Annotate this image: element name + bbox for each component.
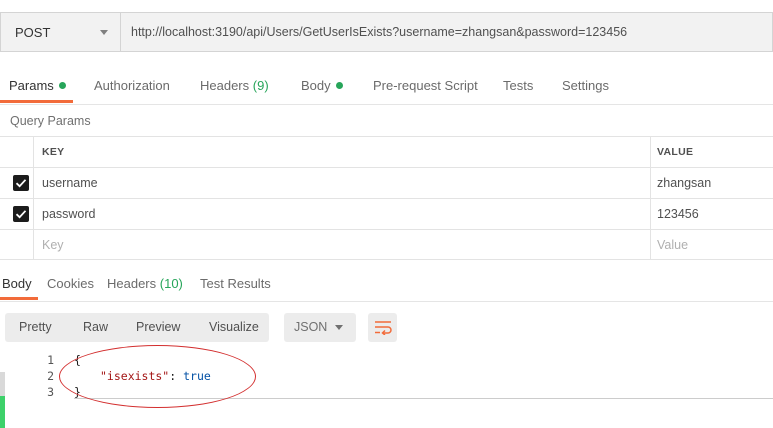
code-line: 1 {: [0, 353, 773, 369]
wrap-lines-button[interactable]: [368, 313, 397, 342]
chevron-down-icon: [100, 30, 108, 35]
tab-headers-count: (9): [252, 78, 269, 93]
chevron-down-icon: [335, 325, 343, 330]
visualize-button[interactable]: Visualize: [209, 320, 259, 334]
table-row: password 123456: [0, 198, 773, 229]
format-select[interactable]: JSON: [284, 313, 356, 342]
line-number: 3: [47, 385, 54, 399]
format-label: JSON: [294, 320, 328, 334]
tab-settings[interactable]: Settings: [562, 78, 609, 93]
preview-button[interactable]: Preview: [136, 320, 180, 334]
tab-response-headers-label: Headers: [107, 276, 157, 291]
tab-cookies[interactable]: Cookies: [47, 276, 94, 291]
tab-response-headers-count: (10): [159, 276, 183, 291]
table-header-row: KEY VALUE: [0, 136, 773, 167]
divider: [0, 104, 773, 105]
tab-headers-label: Headers: [200, 78, 250, 93]
param-value[interactable]: zhangsan: [651, 168, 773, 198]
active-tab-underline: [0, 297, 38, 300]
request-bar: POST http://localhost:3190/api/Users/Get…: [0, 12, 773, 52]
param-checkbox[interactable]: [13, 206, 29, 222]
response-body-viewer[interactable]: 1 { 2 "isexists": true 3 }: [0, 350, 773, 428]
json-value: true: [183, 369, 211, 383]
table-row-new: Key Value: [0, 229, 773, 260]
tab-params[interactable]: Params: [9, 78, 66, 93]
code-brace-open: {: [74, 353, 81, 367]
raw-button[interactable]: Raw: [83, 320, 108, 334]
query-params-title: Query Params: [10, 114, 91, 128]
tab-response-headers[interactable]: Headers (10): [107, 276, 183, 291]
method-label: POST: [15, 24, 51, 40]
current-line-marker: [74, 398, 773, 399]
active-dot-icon: [58, 82, 66, 89]
active-tab-underline: [0, 100, 73, 103]
tab-authorization[interactable]: Authorization: [94, 78, 170, 93]
method-select[interactable]: POST: [0, 12, 120, 52]
window-edge-accent: [0, 396, 5, 428]
json-separator: :: [169, 369, 184, 383]
table-row: username zhangsan: [0, 167, 773, 198]
line-number: 1: [47, 353, 54, 367]
tab-params-label: Params: [9, 78, 54, 93]
tab-body[interactable]: Body: [301, 78, 343, 93]
pretty-button[interactable]: Pretty: [19, 320, 52, 334]
code-content: "isexists": true: [100, 369, 211, 383]
response-tabs: Body Cookies Headers (10) Test Results: [0, 268, 773, 302]
divider: [0, 301, 773, 302]
tab-tests[interactable]: Tests: [503, 78, 533, 93]
param-key[interactable]: password: [34, 199, 651, 229]
tab-pre-request-script[interactable]: Pre-request Script: [373, 78, 478, 93]
column-header-key: KEY: [34, 137, 651, 167]
tab-test-results[interactable]: Test Results: [200, 276, 271, 291]
url-input[interactable]: http://localhost:3190/api/Users/GetUserI…: [120, 12, 773, 52]
column-header-value: VALUE: [657, 146, 694, 158]
query-params-table: KEY VALUE username zhangsan password 123…: [0, 136, 773, 260]
code-line: 2 "isexists": true: [0, 369, 773, 385]
json-key: "isexists": [100, 369, 170, 383]
wrap-lines-icon: [375, 321, 392, 335]
tab-headers[interactable]: Headers (9): [200, 78, 269, 93]
param-checkbox[interactable]: [13, 175, 29, 191]
new-value-input[interactable]: Value: [651, 230, 773, 259]
checkmark-icon: [15, 210, 27, 219]
tab-response-body[interactable]: Body: [2, 276, 32, 291]
line-number: 2: [47, 369, 54, 383]
param-value[interactable]: 123456: [651, 199, 773, 229]
checkmark-icon: [15, 179, 27, 188]
view-mode-group: Pretty Raw Preview Visualize: [5, 313, 269, 342]
tab-body-label: Body: [301, 78, 331, 93]
code-brace-close: }: [74, 385, 81, 399]
new-key-input[interactable]: Key: [34, 230, 651, 259]
param-key[interactable]: username: [34, 168, 651, 198]
request-tabs: Params Authorization Headers (9) Body Pr…: [0, 70, 773, 104]
active-dot-icon: [335, 82, 343, 89]
